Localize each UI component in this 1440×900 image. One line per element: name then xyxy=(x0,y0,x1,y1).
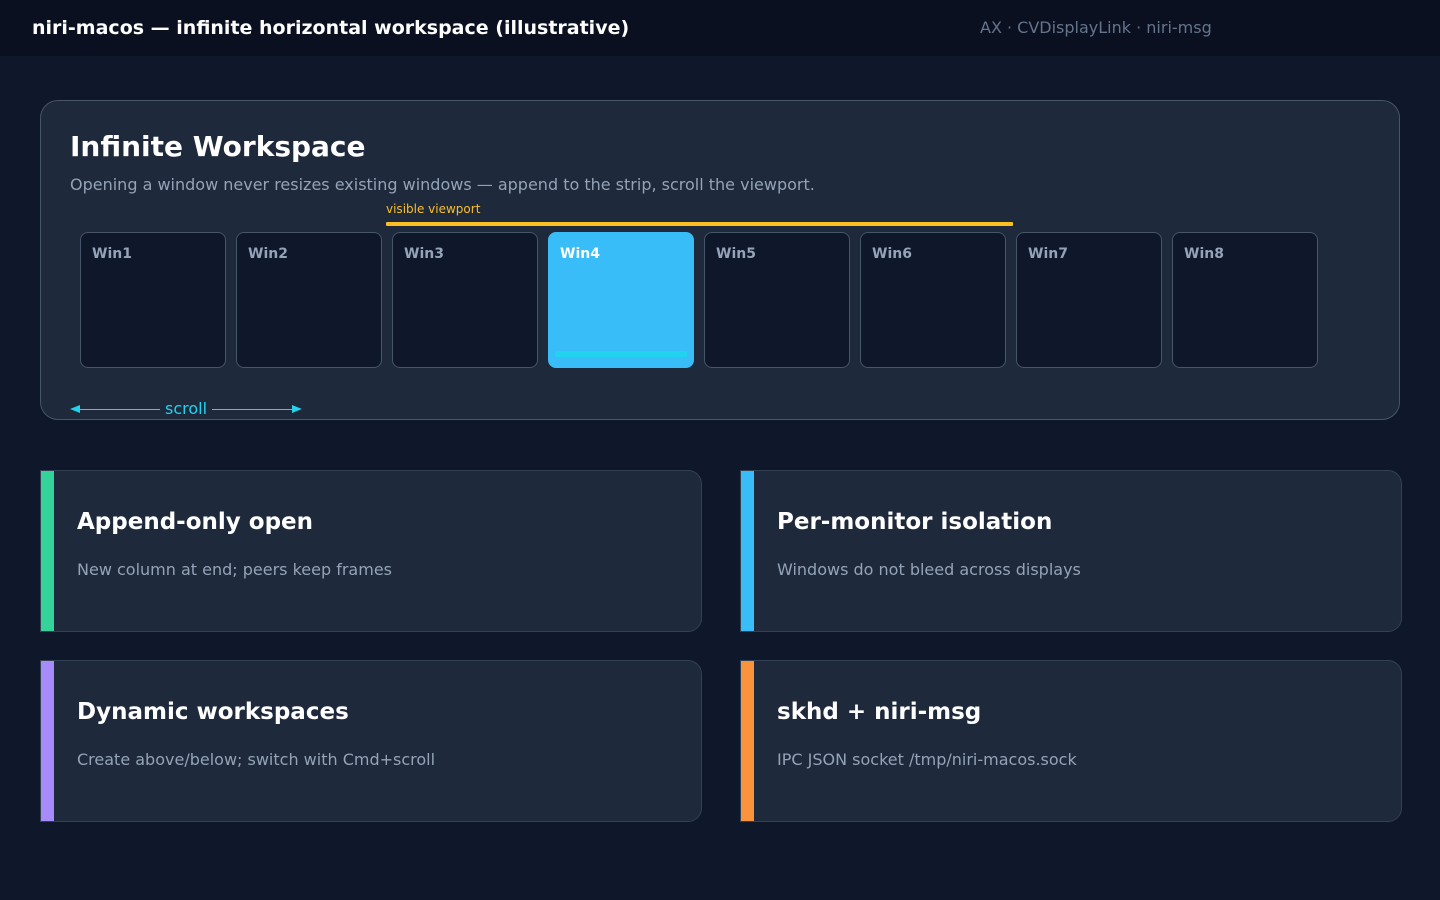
card-description: Create above/below; switch with Cmd+scro… xyxy=(77,750,436,769)
workspace-title: Infinite Workspace xyxy=(70,130,366,163)
scroll-line xyxy=(212,409,294,410)
scroll-label: scroll xyxy=(165,399,208,418)
viewport-label: visible viewport xyxy=(386,202,481,216)
window-strip[interactable]: Win1 Win2 Win3 Win4 Win5 Win6 Win7 Win8 xyxy=(80,232,1320,370)
window-column-5[interactable]: Win5 xyxy=(704,232,850,368)
window-column-2[interactable]: Win2 xyxy=(236,232,382,368)
window-column-3[interactable]: Win3 xyxy=(392,232,538,368)
window-column-6[interactable]: Win6 xyxy=(860,232,1006,368)
feature-card-skhd-ipc: skhd + niri-msg IPC JSON socket /tmp/nir… xyxy=(740,660,1402,822)
feature-card-dynamic-workspaces: Dynamic workspaces Create above/below; s… xyxy=(40,660,702,822)
card-accent-bar xyxy=(41,471,54,631)
top-bar: niri-macos — infinite horizontal workspa… xyxy=(0,0,1440,56)
card-title: Dynamic workspaces xyxy=(77,699,349,725)
window-column-8[interactable]: Win8 xyxy=(1172,232,1318,368)
window-label: Win1 xyxy=(92,246,132,262)
focus-indicator xyxy=(555,351,687,357)
feature-card-per-monitor: Per-monitor isolation Windows do not ble… xyxy=(740,470,1402,632)
card-description: New column at end; peers keep frames xyxy=(77,560,392,579)
tech-stack-label: AX · CVDisplayLink · niri-msg xyxy=(980,18,1212,37)
card-title: Append-only open xyxy=(77,509,314,535)
app-title: niri-macos — infinite horizontal workspa… xyxy=(32,17,630,39)
window-label: Win5 xyxy=(716,246,756,262)
window-label: Win2 xyxy=(248,246,288,262)
window-label: Win8 xyxy=(1184,246,1224,262)
window-label: Win4 xyxy=(560,246,600,262)
scroll-line xyxy=(78,409,160,410)
card-title: skhd + niri-msg xyxy=(777,699,982,725)
card-accent-bar xyxy=(741,661,754,821)
window-column-1[interactable]: Win1 xyxy=(80,232,226,368)
window-label: Win6 xyxy=(872,246,912,262)
workspace-panel: Infinite Workspace Opening a window neve… xyxy=(40,100,1400,420)
card-description: Windows do not bleed across displays xyxy=(777,560,1081,579)
window-label: Win7 xyxy=(1028,246,1068,262)
window-column-4[interactable]: Win4 xyxy=(548,232,694,368)
scroll-indicator[interactable]: scroll xyxy=(70,399,302,423)
feature-card-append-only: Append-only open New column at end; peer… xyxy=(40,470,702,632)
card-description: IPC JSON socket /tmp/niri-macos.sock xyxy=(777,750,1077,769)
workspace-subtitle: Opening a window never resizes existing … xyxy=(70,175,815,194)
card-accent-bar xyxy=(741,471,754,631)
window-column-7[interactable]: Win7 xyxy=(1016,232,1162,368)
arrow-right-icon xyxy=(292,405,302,413)
card-title: Per-monitor isolation xyxy=(777,509,1053,535)
card-accent-bar xyxy=(41,661,54,821)
viewport-indicator xyxy=(386,222,1013,226)
window-label: Win3 xyxy=(404,246,444,262)
